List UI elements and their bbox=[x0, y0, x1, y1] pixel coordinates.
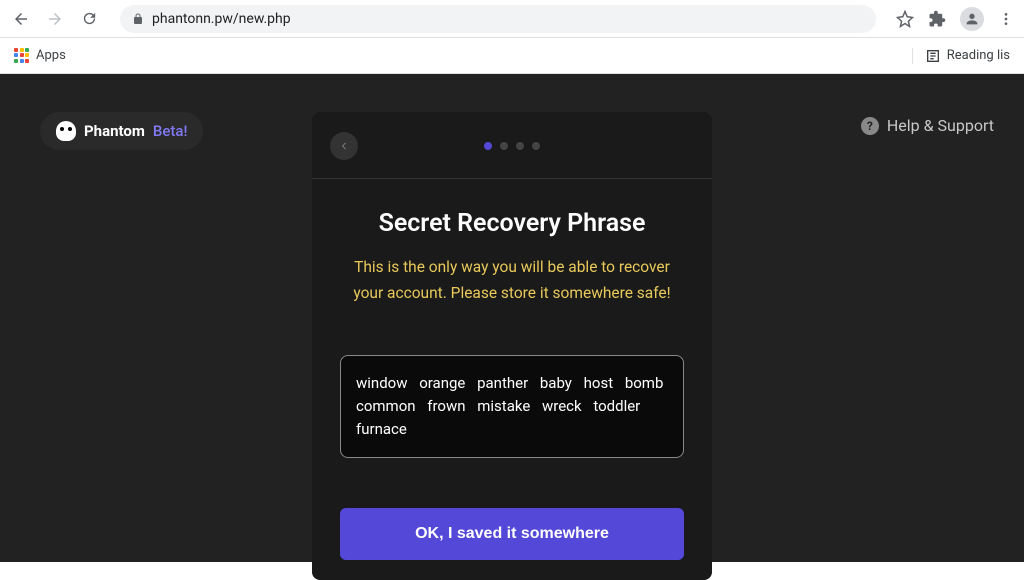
step-dot-3 bbox=[516, 142, 524, 150]
recovery-phrase-box[interactable]: window orange panther baby host bomb com… bbox=[340, 355, 684, 459]
step-dot-1 bbox=[484, 142, 492, 150]
apps-label: Apps bbox=[36, 48, 66, 63]
bookmarks-bar: Apps Reading lis bbox=[0, 38, 1024, 74]
help-link[interactable]: ? Help & Support bbox=[861, 116, 994, 135]
menu-icon[interactable] bbox=[998, 11, 1014, 27]
back-button[interactable] bbox=[10, 8, 32, 30]
reading-list-label: Reading lis bbox=[947, 48, 1010, 63]
reload-button[interactable] bbox=[78, 8, 100, 30]
extensions-icon[interactable] bbox=[928, 10, 946, 28]
help-icon: ? bbox=[861, 117, 879, 135]
brand-tag: Beta! bbox=[153, 122, 188, 140]
step-dot-2 bbox=[500, 142, 508, 150]
brand-name: Phantom bbox=[84, 122, 145, 140]
url-text: phantonn.pw/new.php bbox=[152, 11, 291, 27]
browser-toolbar: phantonn.pw/new.php bbox=[0, 0, 1024, 38]
star-icon[interactable] bbox=[896, 10, 914, 28]
brand-pill[interactable]: Phantom Beta! bbox=[40, 112, 203, 150]
modal-header bbox=[312, 132, 712, 179]
apps-bookmark[interactable]: Apps bbox=[14, 48, 66, 64]
ghost-icon bbox=[56, 121, 76, 141]
help-label: Help & Support bbox=[887, 116, 994, 135]
step-dot-4 bbox=[532, 142, 540, 150]
page-content: Phantom Beta! ? Help & Support Secret Re… bbox=[0, 74, 1024, 562]
apps-grid-icon bbox=[14, 48, 30, 64]
confirm-button[interactable]: OK, I saved it somewhere bbox=[340, 508, 684, 560]
step-indicator bbox=[330, 142, 694, 150]
address-bar[interactable]: phantonn.pw/new.php bbox=[120, 5, 876, 33]
forward-button[interactable] bbox=[44, 8, 66, 30]
modal-subtitle: This is the only way you will be able to… bbox=[340, 254, 684, 307]
modal-body: Secret Recovery Phrase This is the only … bbox=[312, 179, 712, 580]
modal-card: Secret Recovery Phrase This is the only … bbox=[312, 112, 712, 580]
profile-avatar[interactable] bbox=[960, 7, 984, 31]
lock-icon bbox=[132, 13, 144, 25]
toolbar-right bbox=[896, 7, 1014, 31]
reading-list[interactable]: Reading lis bbox=[912, 48, 1010, 64]
modal-title: Secret Recovery Phrase bbox=[340, 209, 684, 238]
